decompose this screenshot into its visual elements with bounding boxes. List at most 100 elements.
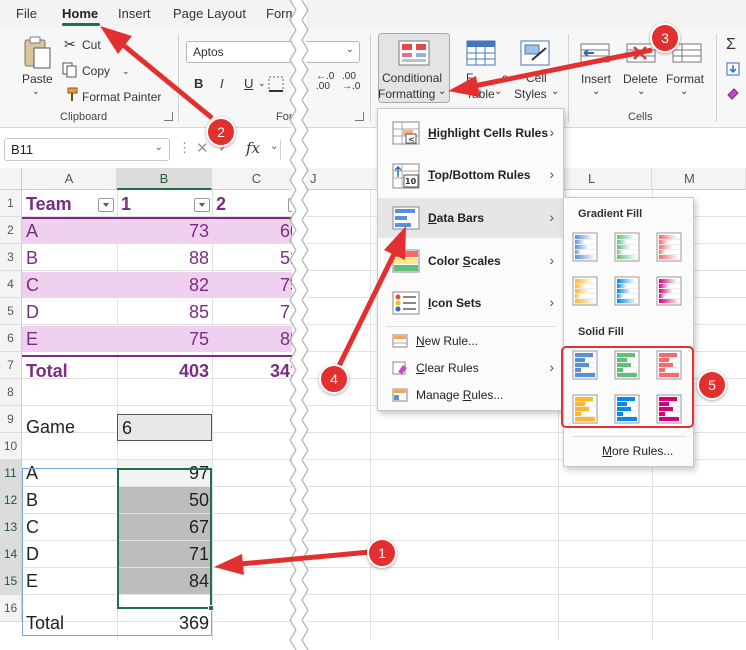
insert-button[interactable]: Insert	[581, 72, 611, 86]
gradient-fill-data-bar-icon[interactable]	[614, 276, 640, 306]
cell-styles-label-1[interactable]: Cell	[526, 71, 547, 85]
team-cell[interactable]: B	[26, 245, 38, 271]
format-as-table-label-1[interactable]: F	[466, 71, 473, 85]
filter-dropdown-icon[interactable]	[194, 198, 210, 212]
gradient-fill-data-bar-icon[interactable]	[656, 232, 682, 262]
menu-item-manage-rules[interactable]: Manage Rules...	[378, 383, 563, 407]
menu-item-clear-rules[interactable]: Clear Rules ›	[378, 356, 563, 380]
clipboard-launcher-icon[interactable]	[164, 112, 173, 121]
filter-dropdown-icon[interactable]	[98, 198, 114, 212]
more-options-icon[interactable]: ⋮	[178, 140, 191, 156]
row-header[interactable]: 14	[0, 541, 22, 568]
score-cell[interactable]: 75	[117, 326, 209, 352]
autosum-icon[interactable]: Σ	[726, 36, 736, 54]
name-box[interactable]: B11 ⌄	[4, 138, 170, 161]
game-label[interactable]: Game	[26, 414, 75, 440]
gradient-fill-data-bar-icon[interactable]	[656, 276, 682, 306]
row-header[interactable]: 16	[0, 595, 22, 622]
row-header[interactable]: 5	[0, 298, 22, 325]
paste-dropdown-icon[interactable]: ⌄	[32, 86, 40, 97]
insert-function-button[interactable]: fx	[246, 139, 260, 157]
team-cell[interactable]: D	[26, 299, 39, 325]
selected-range[interactable]	[117, 468, 212, 609]
column-header-l[interactable]: L	[558, 168, 652, 190]
clear-icon[interactable]	[726, 86, 740, 100]
team-cell[interactable]: A	[26, 218, 38, 244]
bold-button[interactable]: B	[194, 76, 203, 91]
team-cell[interactable]: C	[26, 272, 39, 298]
gradient-fill-data-bar-icon[interactable]	[572, 232, 598, 262]
paste-icon[interactable]	[22, 36, 52, 70]
column-header-m[interactable]: M	[652, 168, 746, 190]
score-cell[interactable]: 85	[117, 299, 209, 325]
italic-button[interactable]: I	[220, 76, 224, 91]
tab-file[interactable]: File	[16, 6, 37, 21]
row-header[interactable]: 8	[0, 379, 22, 406]
menu-item-highlight-cells-rules[interactable]: < Highlight Cells Rules ›	[378, 113, 563, 153]
menu-item-icon-sets[interactable]: Icon Sets ›	[378, 283, 563, 323]
table-header-1[interactable]: 1	[121, 191, 131, 217]
row-header[interactable]: 4	[0, 271, 22, 298]
fill-icon[interactable]	[726, 62, 740, 76]
cut-button[interactable]: Cut	[82, 38, 101, 52]
cut-icon: ✂	[64, 36, 76, 52]
row-header[interactable]: 1	[0, 190, 22, 217]
row-header[interactable]: 15	[0, 568, 22, 595]
total-label[interactable]: Total	[26, 358, 68, 384]
menu-item-top-bottom-rules[interactable]: 10 Top/Bottom Rules ›	[378, 155, 563, 195]
row-header[interactable]: 11	[0, 460, 22, 487]
menu-item-data-bars[interactable]: Data Bars ›	[378, 198, 563, 238]
score-cell[interactable]: 82	[117, 272, 209, 298]
underline-button[interactable]: U	[244, 76, 253, 91]
row-header[interactable]: 2	[0, 217, 22, 244]
row-header[interactable]: 6	[0, 325, 22, 352]
number-launcher-icon[interactable]	[355, 112, 364, 121]
lower-total-value[interactable]: 369	[117, 610, 209, 636]
tab-home[interactable]: Home	[62, 6, 98, 21]
menu-item-color-scales[interactable]: Color Scales ›	[378, 241, 563, 281]
team-cell[interactable]: E	[26, 326, 38, 352]
select-all-corner[interactable]	[0, 168, 22, 190]
font-name-select[interactable]: Aptos ⌄	[186, 41, 360, 63]
format-painter-button[interactable]: Format Painter	[82, 90, 161, 104]
more-rules-link[interactable]: More Rules...	[602, 444, 673, 458]
delete-button[interactable]: Delete	[623, 72, 658, 86]
decrease-decimal-icon[interactable]: .00 →.0	[342, 72, 360, 92]
fill-handle[interactable]	[208, 605, 214, 611]
format-as-table-icon[interactable]	[466, 40, 496, 66]
score-cell[interactable]: 73	[117, 218, 209, 244]
table-total-border	[22, 355, 302, 357]
gradient-fill-data-bar-icon[interactable]	[572, 276, 598, 306]
row-header[interactable]: 3	[0, 244, 22, 271]
copy-dropdown-icon[interactable]: ⌄	[122, 66, 130, 77]
game-input-cell[interactable]: 6	[117, 414, 212, 441]
insert-cells-icon[interactable]	[580, 40, 610, 66]
increase-decimal-icon[interactable]: ←.0.00	[316, 72, 334, 92]
paste-button[interactable]: Paste	[22, 72, 53, 86]
menu-item-new-rule[interactable]: New Rule...	[378, 329, 563, 353]
chevron-down-icon: ⌄	[154, 142, 163, 153]
tab-insert[interactable]: Insert	[118, 6, 151, 21]
score-cell[interactable]: 88	[117, 245, 209, 271]
tab-page-layout[interactable]: Page Layout	[173, 6, 246, 21]
format-button[interactable]: Format	[666, 72, 704, 86]
row-header[interactable]: 12	[0, 487, 22, 514]
row-header[interactable]: 13	[0, 514, 22, 541]
copy-button[interactable]: Copy	[82, 64, 110, 78]
underline-dropdown-icon[interactable]: ⌄	[258, 78, 266, 89]
table-header-team[interactable]: Team	[26, 191, 72, 217]
gradient-fill-data-bar-icon[interactable]	[614, 232, 640, 262]
row-header[interactable]: 9	[0, 406, 22, 433]
chevron-down-icon: ⌄	[551, 86, 560, 97]
lower-total-label[interactable]: Total	[26, 610, 64, 636]
column-header-a[interactable]: A	[22, 168, 117, 190]
border-icon[interactable]	[268, 76, 284, 92]
cancel-icon[interactable]: ✕	[196, 139, 209, 157]
table-header-2[interactable]: 2	[216, 191, 226, 217]
row-header[interactable]: 10	[0, 433, 22, 460]
total-value-1[interactable]: 403	[117, 358, 209, 384]
cell-styles-icon[interactable]	[520, 40, 550, 66]
chevron-down-icon[interactable]: ⌄	[270, 141, 278, 152]
column-header-b[interactable]: B	[117, 168, 212, 190]
row-header[interactable]: 7	[0, 352, 22, 379]
